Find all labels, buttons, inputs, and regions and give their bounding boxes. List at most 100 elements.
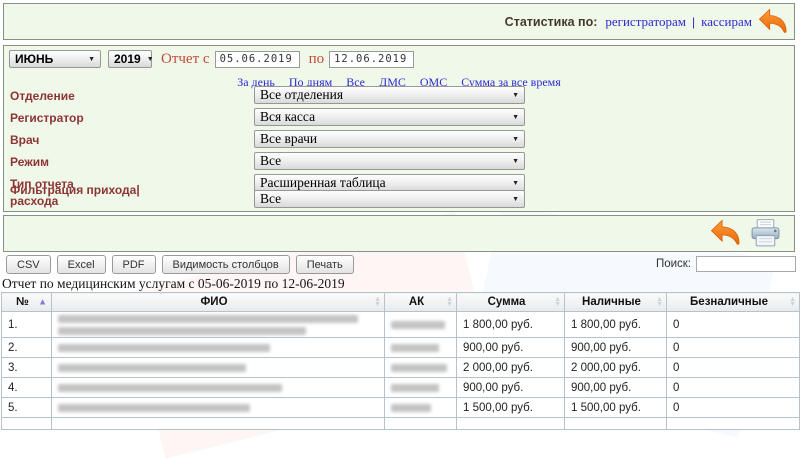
- filter-select[interactable]: Все врачи ▼: [254, 130, 525, 148]
- filter-label: Врач: [10, 133, 39, 147]
- redacted-text: [58, 404, 250, 412]
- redacted-name: [58, 384, 380, 392]
- cell-num: 5.: [2, 398, 52, 418]
- date-to-input[interactable]: [329, 51, 414, 68]
- sort-icon: ▲▼: [656, 297, 663, 307]
- chevron-down-icon: ▼: [512, 91, 519, 99]
- column-header-1[interactable]: №▲: [2, 293, 52, 312]
- filter-select[interactable]: Все отделения ▼: [254, 86, 525, 104]
- sort-icon: ▲▼: [446, 297, 453, 307]
- chevron-down-icon: ▼: [512, 135, 519, 143]
- chevron-down-icon: ▼: [147, 56, 154, 63]
- cell-cashless: 0: [667, 312, 800, 338]
- redacted-name: [58, 404, 380, 412]
- toolbar-panel: [3, 215, 795, 252]
- filter-select-value: Все отделения: [260, 87, 343, 103]
- cell-num: 1.: [2, 312, 52, 338]
- filter-row: Фильтрация прихода|расхода Все ▼: [10, 185, 788, 205]
- cell-fio: [52, 338, 385, 358]
- sort-icon: ▲▼: [554, 297, 561, 307]
- cell-ak: [385, 378, 457, 398]
- year-select[interactable]: 2019 ▼: [108, 50, 152, 68]
- cell-num: 3.: [2, 358, 52, 378]
- stats-registrars-link[interactable]: регистраторам: [605, 14, 686, 30]
- filter-label: Фильтрация прихода|расхода: [10, 185, 140, 207]
- redacted-name: [58, 364, 380, 372]
- export-button-4[interactable]: Видимость столбцов: [162, 255, 290, 274]
- cell-fio: [52, 378, 385, 398]
- export-button-2[interactable]: Excel: [57, 255, 106, 274]
- redacted-text: [58, 315, 358, 323]
- table-row: 2.900,00 руб.900,00 руб.0: [2, 338, 800, 358]
- cell-summa: 2 000,00 руб.: [457, 358, 565, 378]
- redacted-text: [391, 364, 447, 372]
- filter-row: РежимВсе▼: [10, 152, 788, 172]
- export-button-5[interactable]: Печать: [296, 255, 354, 274]
- stats-by-label: Статистика по:: [505, 15, 598, 29]
- redacted-text: [391, 321, 445, 329]
- table-row-clipped: [2, 418, 800, 430]
- cell-cash: 900,00 руб.: [565, 338, 667, 358]
- cell-ak: [385, 338, 457, 358]
- report-table: №▲ФИО▲▼АК▲▼Сумма▲▼Наличные▲▼Безналичные▲…: [1, 292, 800, 430]
- search-box: Поиск:: [656, 256, 796, 272]
- redacted-text: [391, 344, 439, 352]
- table-row: 5.1 500,00 руб.1 500,00 руб.0: [2, 398, 800, 418]
- month-select-value: ИЮНЬ: [15, 52, 53, 66]
- redacted-text: [58, 344, 270, 352]
- redacted-text: [58, 364, 246, 372]
- cell-ak: [385, 358, 457, 378]
- cell-fio: [52, 312, 385, 338]
- cell-cash: 1 800,00 руб.: [565, 312, 667, 338]
- export-button-1[interactable]: CSV: [6, 255, 51, 274]
- sort-icon: ▲▼: [374, 297, 381, 307]
- column-header-4[interactable]: Сумма▲▼: [457, 293, 565, 312]
- column-header-2[interactable]: ФИО▲▼: [52, 293, 385, 312]
- back-arrow-icon[interactable]: [758, 7, 788, 37]
- redacted-name: [58, 344, 380, 352]
- cell-cashless: 0: [667, 378, 800, 398]
- month-select[interactable]: ИЮНЬ ▼: [9, 50, 101, 68]
- redacted-name: [58, 315, 380, 335]
- table-row: 1.1 800,00 руб.1 800,00 руб.0: [2, 312, 800, 338]
- cell-num: 2.: [2, 338, 52, 358]
- export-button-3[interactable]: PDF: [112, 255, 156, 274]
- cell-cash: 1 500,00 руб.: [565, 398, 667, 418]
- date-from-input[interactable]: [215, 51, 300, 68]
- filter-select-value: Вся касса: [260, 109, 315, 125]
- table-row: 3.2 000,00 руб.2 000,00 руб.0: [2, 358, 800, 378]
- cell-cash: 900,00 руб.: [565, 378, 667, 398]
- column-header-5[interactable]: Наличные▲▼: [565, 293, 667, 312]
- cell-summa: 900,00 руб.: [457, 338, 565, 358]
- filter-select[interactable]: Все ▼: [254, 190, 525, 208]
- cell-ak: [385, 398, 457, 418]
- chevron-down-icon: ▼: [512, 157, 519, 165]
- filter-select-value: Все врачи: [260, 131, 317, 147]
- cell-fio: [52, 398, 385, 418]
- cell-num: 4.: [2, 378, 52, 398]
- stats-cashiers-link[interactable]: кассирам: [701, 14, 752, 30]
- chevron-down-icon: ▼: [88, 56, 95, 63]
- cell-cashless: 0: [667, 398, 800, 418]
- to-label: по: [309, 51, 325, 68]
- filter-select[interactable]: Все▼: [254, 152, 525, 170]
- sort-asc-icon: ▲: [38, 298, 47, 307]
- filter-select-value: Все: [260, 191, 281, 207]
- back-arrow-icon[interactable]: [710, 218, 741, 249]
- column-header-3[interactable]: АК▲▼: [385, 293, 457, 312]
- filter-select[interactable]: Вся касса▼: [254, 108, 525, 126]
- chevron-down-icon: ▼: [512, 195, 519, 203]
- column-header-6[interactable]: Безналичные▲▼: [667, 293, 800, 312]
- cell-cash: 2 000,00 руб.: [565, 358, 667, 378]
- cell-cashless: 0: [667, 358, 800, 378]
- cell-summa: 900,00 руб.: [457, 378, 565, 398]
- sort-icon: ▲▼: [789, 297, 796, 307]
- printer-icon[interactable]: [749, 218, 782, 249]
- filter-label: Отделение: [10, 89, 75, 103]
- search-input[interactable]: [696, 256, 796, 272]
- redacted-text: [58, 327, 306, 335]
- topbar: Статистика по: регистраторам | кассирам: [3, 3, 795, 40]
- redacted-text: [391, 404, 431, 412]
- report-title: Отчет по медицинским услугам с 05-06-201…: [2, 276, 345, 292]
- table-row: 4.900,00 руб.900,00 руб.0: [2, 378, 800, 398]
